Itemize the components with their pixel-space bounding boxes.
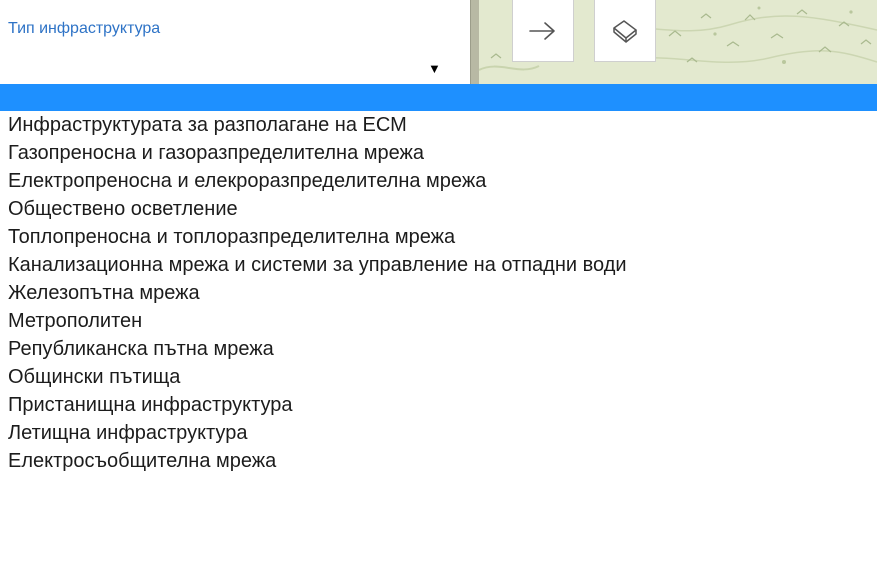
option-municipal-roads[interactable]: Общински пътища xyxy=(0,363,877,391)
option-national-roads[interactable]: Републиканска пътна мрежа xyxy=(0,335,877,363)
option-heating-network[interactable]: Топлопреносна и топлоразпределителна мре… xyxy=(0,223,877,251)
eraser-button[interactable] xyxy=(594,0,656,62)
option-power-network[interactable]: Електропреносна и елекроразпределителна … xyxy=(0,167,877,195)
option-empty[interactable] xyxy=(0,84,877,111)
eraser-icon xyxy=(613,19,637,43)
option-port-infrastructure[interactable]: Пристанищна инфраструктура xyxy=(0,391,877,419)
option-airport-infrastructure[interactable]: Летищна инфраструктура xyxy=(0,419,877,447)
option-railway-network[interactable]: Железопътна мрежа xyxy=(0,279,877,307)
infrastructure-type-options: Инфраструктурата за разполагане на ЕСМ Г… xyxy=(0,84,877,581)
dropdown-arrow-icon[interactable]: ▼ xyxy=(428,62,441,76)
option-sewage-network[interactable]: Канализационна мрежа и системи за управл… xyxy=(0,251,877,279)
option-metro[interactable]: Метрополитен xyxy=(0,307,877,335)
option-street-lighting[interactable]: Обществено осветление xyxy=(0,195,877,223)
infrastructure-filter: ▼ Тип инфраструктура xyxy=(0,0,470,84)
option-ecm-infrastructure[interactable]: Инфраструктурата за разполагане на ЕСМ xyxy=(0,111,877,139)
arrow-right-icon xyxy=(529,21,555,40)
app-stage: ▼ Тип инфраструктура Инфраструктурата за… xyxy=(0,0,877,581)
infrastructure-type-label: Тип инфраструктура xyxy=(8,20,161,37)
option-gas-network[interactable]: Газопреносна и газоразпределителна мрежа xyxy=(0,139,877,167)
option-telecom-network[interactable]: Електросъобщителна мрежа xyxy=(0,447,877,475)
arrow-right-button[interactable] xyxy=(512,0,574,62)
